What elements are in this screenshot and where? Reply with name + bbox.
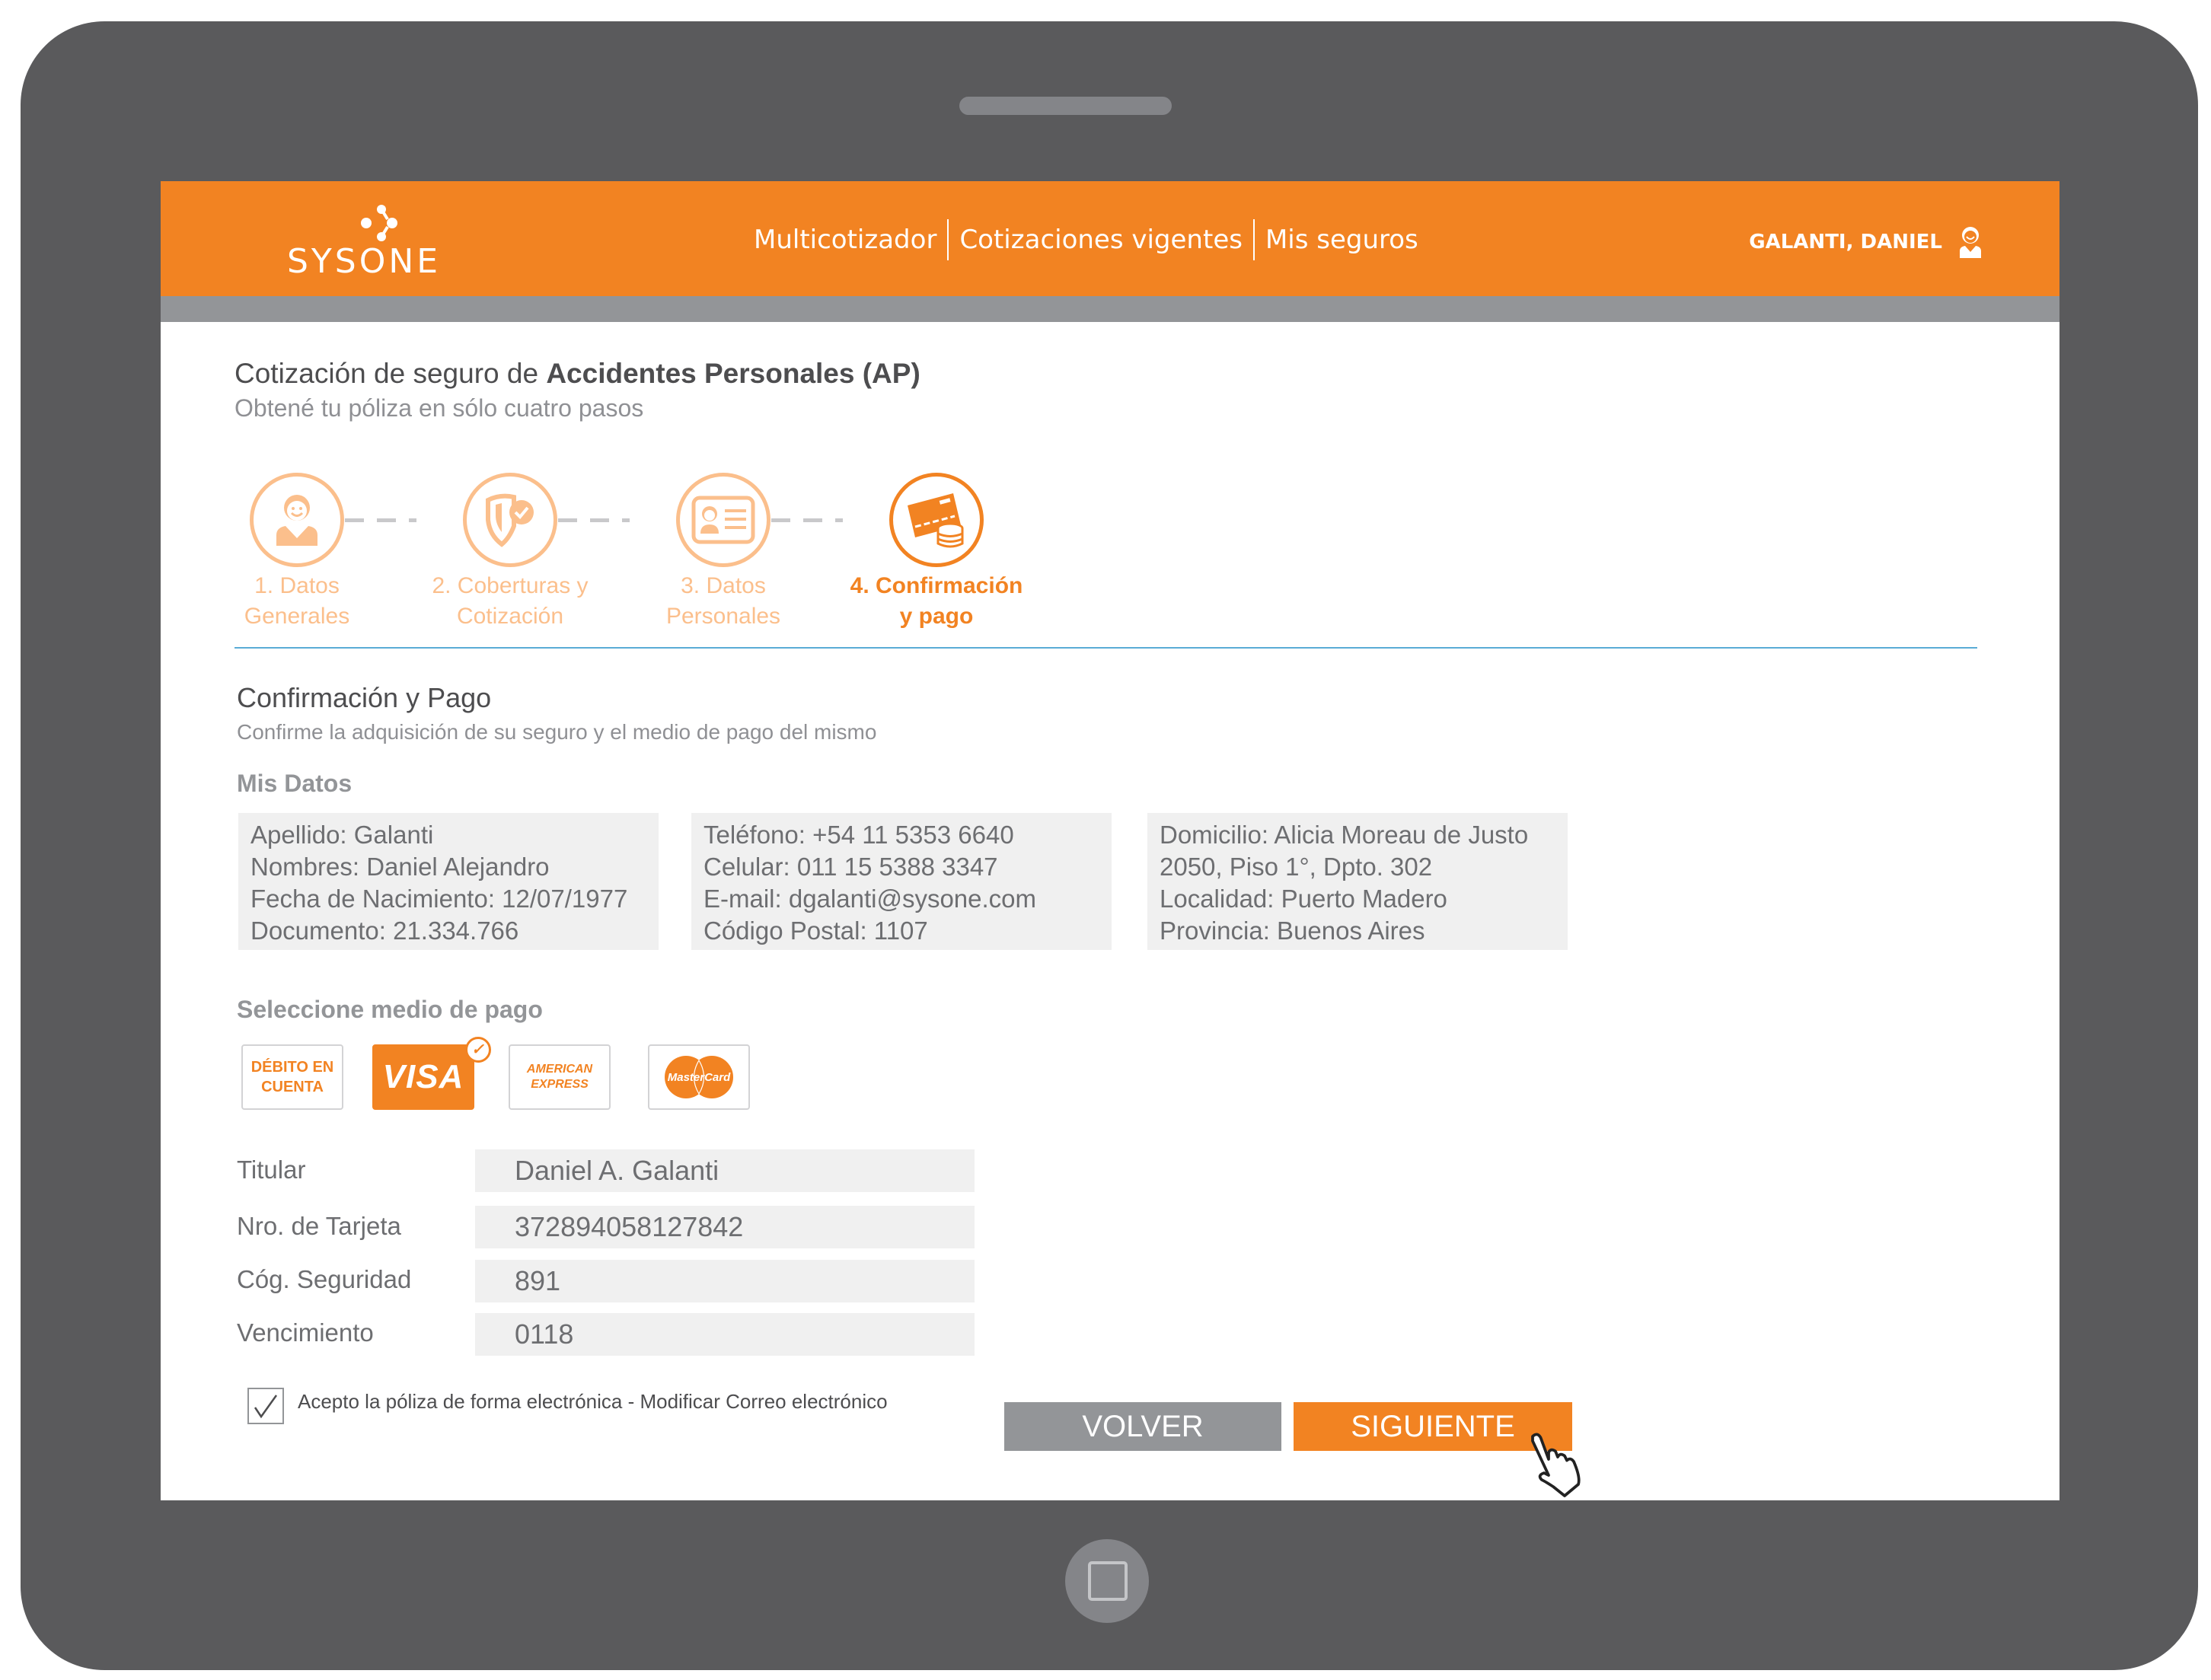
accept-policy-text[interactable]: Acepto la póliza de forma electrónica - … [298,1390,888,1414]
payment-method-heading: Seleccione medio de pago [237,996,543,1023]
pay-option-debito[interactable]: DÉBITO EN CUENTA [241,1044,343,1110]
home-button[interactable] [1065,1539,1149,1623]
top-header: SYSONE Multicotizador Cotizaciones vigen… [161,181,2059,296]
accept-policy-checkbox[interactable] [247,1388,284,1424]
expiry-label: Vencimiento [237,1318,374,1347]
card-number-input[interactable] [475,1206,975,1248]
app-screen: SYSONE Multicotizador Cotizaciones vigen… [161,181,2059,1500]
data-line: Fecha de Nacimiento: 12/07/1977 [250,885,628,913]
step-2-label: 2. Coberturas y Cotización [411,571,609,632]
security-code-input[interactable] [475,1260,975,1302]
pay-option-text: DÉBITO EN [250,1059,334,1076]
data-line: Celular: 011 15 5388 3347 [704,853,998,881]
step-4-label: 4. Confirmación y pago [838,571,1035,632]
step-label-line: Cotización [456,604,564,629]
page-title-product: Accidentes Personales (AP) [546,358,920,389]
mastercard-logo-icon: MasterCard [665,1056,733,1098]
person-icon [276,495,317,546]
step-connector [345,518,416,522]
user-name: GALANTI, DANIEL [1749,231,1942,253]
contact-data-box: Teléfono: +54 11 5353 6640 Celular: 011 … [691,813,1112,950]
data-line: E-mail: dgalanti@sysone.com [704,885,1037,913]
card-number-label: Nro. de Tarjeta [237,1212,401,1240]
stepper-divider [234,647,1977,649]
pay-option-amex[interactable]: AMERICAN EXPRESS [509,1044,611,1110]
mastercard-logo-text: MasterCard [668,1071,731,1084]
header-gray-band [161,296,2059,322]
shield-check-icon [486,493,534,547]
personal-data-box: Apellido: Galanti Nombres: Daniel Alejan… [238,813,659,950]
step-connector [558,518,630,522]
tablet-speaker [959,97,1172,115]
nav-cotizaciones-vigentes[interactable]: Cotizaciones vigentes [949,219,1253,260]
step-3-datos-personales[interactable] [676,473,770,567]
selected-check-icon: ✓ [465,1037,491,1063]
data-line: Documento: 21.334.766 [250,917,519,945]
id-card-icon [691,496,755,544]
card-coins-icon [908,493,964,548]
step-label-line: 3. Datos [681,573,766,598]
nav-multicotizador[interactable]: Multicotizador [754,219,947,260]
step-label-line: 2. Coberturas y [432,573,589,598]
step-3-label: 3. Datos Personales [624,571,822,632]
expiry-input[interactable] [475,1313,975,1356]
home-square-icon [1088,1561,1128,1601]
sysone-logo-text: SYSONE [287,242,442,281]
visa-logo-text: VISA [382,1058,464,1095]
security-code-label: Cóg. Seguridad [237,1265,412,1293]
step-label-line: 4. Confirmación [850,573,1023,598]
data-line: Provincia: Buenos Aires [1160,917,1425,945]
data-line: Teléfono: +54 11 5353 6640 [704,821,1014,849]
data-line: Apellido: Galanti [250,821,434,849]
data-line: 2050, Piso 1°, Dpto. 302 [1160,853,1433,881]
step-4-confirmacion-pago[interactable] [889,473,984,567]
pay-option-visa[interactable]: VISA ✓ [372,1037,491,1110]
pay-option-mastercard[interactable]: MasterCard [648,1044,750,1110]
page-title-prefix: Cotización de seguro de [234,358,547,389]
data-line: Domicilio: Alicia Moreau de Justo [1160,821,1529,849]
step-1-label: 1. Datos Generales [198,571,396,632]
pointer-hand-icon [1531,1433,1581,1497]
page-subtitle: Obtené tu póliza en sólo cuatro pasos [234,394,644,422]
checkmark-icon [254,1395,278,1419]
data-line: Nombres: Daniel Alejandro [250,853,550,881]
titular-label: Titular [237,1156,306,1184]
amex-logo-text: AMERICAN [526,1063,593,1076]
sysone-logo-icon [361,205,397,241]
volver-button[interactable]: VOLVER [1004,1402,1281,1451]
step-label-line: Personales [665,604,781,629]
user-avatar-icon [1960,227,1981,258]
page-title: Cotización de seguro de Accidentes Perso… [234,358,920,390]
amex-logo-text: EXPRESS [531,1078,589,1091]
step-2-coberturas[interactable] [463,473,557,567]
step-label-line: 1. Datos [254,573,340,598]
step-1-datos-generales[interactable] [250,473,344,567]
mis-datos-heading: Mis Datos [237,770,353,797]
pay-option-text: CUENTA [261,1079,324,1095]
data-line: Código Postal: 1107 [704,917,928,945]
main-nav: Multicotizador Cotizaciones vigentes Mis… [754,219,1429,260]
section-subtitle: Confirme la adquisición de su seguro y e… [237,720,877,744]
nav-mis-seguros[interactable]: Mis seguros [1255,219,1429,260]
section-title: Confirmación y Pago [237,682,492,713]
address-data-box: Domicilio: Alicia Moreau de Justo 2050, … [1147,813,1568,950]
step-connector [771,518,843,522]
user-menu[interactable]: GALANTI, DANIEL [1749,225,1983,259]
titular-input[interactable] [475,1149,975,1192]
step-label-line: Generales [244,604,350,629]
step-label-line: y pago [899,604,974,629]
data-line: Localidad: Puerto Madero [1160,885,1447,913]
